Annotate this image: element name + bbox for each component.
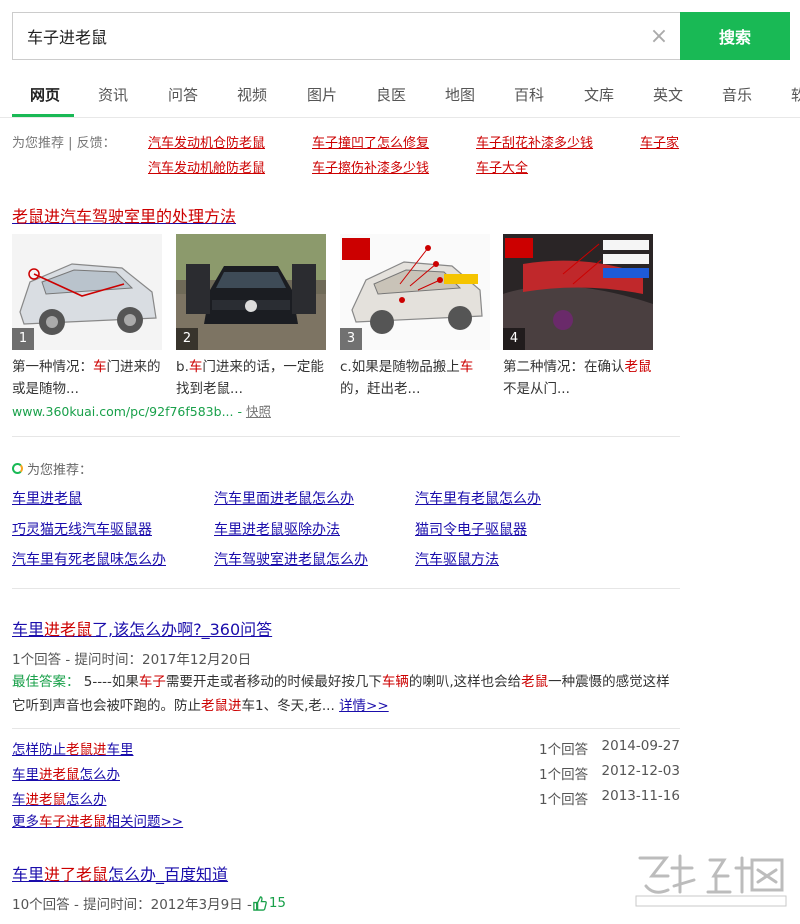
- recommend-link[interactable]: 汽车发动机仓防老鼠: [148, 132, 265, 151]
- search-input[interactable]: [13, 13, 638, 59]
- image-caption[interactable]: 第二种情况：在确认老鼠不是从门...: [503, 356, 653, 400]
- tab-qa[interactable]: 问答: [168, 84, 198, 105]
- best-answer: 最佳答案： 5----如果车子需要开走或者移动的时候最好按几下车辆的喇叭,这样也…: [12, 670, 680, 718]
- related-link[interactable]: 汽车驱鼠方法: [415, 549, 499, 569]
- active-tab-indicator: [12, 114, 74, 117]
- recommend-link[interactable]: 汽车发动机舱防老鼠: [148, 157, 265, 176]
- divider: [12, 436, 680, 437]
- result-image[interactable]: 2: [176, 234, 326, 350]
- category-tabs: 网页 资讯 问答 视频 图片 良医 地图 百科 文库 英文 音乐 软: [0, 74, 800, 118]
- recommend-link[interactable]: 车子撞凹了怎么修复: [312, 132, 429, 151]
- clear-icon[interactable]: ×: [638, 13, 680, 59]
- tab-doctor[interactable]: 良医: [376, 84, 406, 105]
- related-heading: 为您推荐：: [12, 459, 92, 478]
- more-questions-link[interactable]: 更多车子进老鼠相关问题>>: [12, 810, 183, 830]
- related-link[interactable]: 汽车里面进老鼠怎么办: [214, 488, 354, 508]
- answer-segment: 5----如果: [83, 674, 139, 690]
- tab-software[interactable]: 软: [791, 84, 800, 105]
- answer-segment: 老鼠进: [201, 698, 242, 714]
- answer-count: 1个回答: [539, 767, 589, 783]
- related-link[interactable]: 车里进老鼠: [12, 488, 82, 508]
- question-link[interactable]: 车进老鼠怎么办: [12, 788, 107, 808]
- recommend-label: 为您推荐 | 反馈：: [12, 136, 116, 151]
- image-number: 4: [503, 328, 525, 350]
- image-card: 2 b.车门进来的话，一定能找到老鼠...: [176, 234, 326, 400]
- image-card: 1 第一种情况：车门进来的或是随物...: [12, 234, 162, 400]
- url-separator: -: [233, 404, 246, 419]
- tab-web[interactable]: 网页: [30, 84, 60, 105]
- search-button[interactable]: 搜索: [680, 12, 790, 60]
- image-caption[interactable]: c.如果是随物品搬上车的，赶出老...: [340, 356, 490, 400]
- question-link[interactable]: 怎样防止老鼠进车里: [12, 738, 134, 758]
- tab-english[interactable]: 英文: [653, 84, 683, 105]
- image-caption[interactable]: 第一种情况：车门进来的或是随物...: [12, 356, 162, 400]
- answer-segment: 的喇叭,这样也会给: [408, 674, 522, 690]
- tab-library[interactable]: 文库: [584, 84, 614, 105]
- result-image[interactable]: 3: [340, 234, 490, 350]
- answer-segment: 车1、冬天,老...: [241, 698, 335, 714]
- details-link[interactable]: 详情>>: [339, 698, 389, 714]
- image-number: 2: [176, 328, 198, 350]
- recommend-link[interactable]: 车子刮花补漆多少钱: [476, 132, 593, 151]
- answer-count: 1个回答: [539, 742, 589, 758]
- result-title-highlight: 老鼠进汽车驾驶室里的处理方法: [12, 207, 237, 226]
- image-caption[interactable]: b.车门进来的话，一定能找到老鼠...: [176, 356, 326, 400]
- result-title[interactable]: 车里进了老鼠怎么办_百度知道: [12, 861, 228, 885]
- question-date: 2012-12-03: [601, 763, 680, 779]
- recommend-link[interactable]: 车子擦伤补漆多少钱: [312, 157, 429, 176]
- result-image[interactable]: 1: [12, 234, 162, 350]
- question-date: 2014-09-27: [601, 738, 680, 754]
- recommend-link[interactable]: 车子大全: [476, 157, 528, 176]
- related-link[interactable]: 汽车驾驶室进老鼠怎么办: [214, 549, 368, 569]
- result-image[interactable]: 4: [503, 234, 653, 350]
- tab-news[interactable]: 资讯: [98, 84, 128, 105]
- snapshot-link[interactable]: 快照: [246, 404, 271, 419]
- tab-music[interactable]: 音乐: [722, 84, 752, 105]
- answer-segment: 车辆: [381, 674, 409, 690]
- result-title[interactable]: 老鼠进汽车驾驶室里的处理方法: [12, 203, 236, 227]
- like-count: 15: [268, 895, 287, 911]
- image-number: 1: [12, 328, 34, 350]
- result-url-line: www.360kuai.com/pc/92f76f583b... - 快照: [12, 401, 271, 420]
- result-meta: 10个回答 - 提问时间：2012年3月9日 - 15: [12, 895, 287, 913]
- question-row: 车进老鼠怎么办 1个回答 2013-11-16: [12, 788, 680, 810]
- image-card: 3 c.如果是随物品搬上车的，赶出老...: [340, 234, 490, 400]
- result-meta: 1个回答 - 提问时间：2017年12月20日: [12, 652, 252, 668]
- tab-map[interactable]: 地图: [445, 84, 475, 105]
- result-url: www.360kuai.com/pc/92f76f583b...: [12, 404, 234, 419]
- watermark-logo: [635, 854, 787, 907]
- answer-count: 1个回答: [539, 792, 589, 808]
- divider: [12, 588, 680, 589]
- related-link[interactable]: 巧灵猫无线汽车驱鼠器: [12, 519, 152, 539]
- related-heading-text: 为您推荐：: [27, 463, 93, 478]
- tab-baike[interactable]: 百科: [514, 84, 544, 105]
- image-card: 4 第二种情况：在确认老鼠不是从门...: [503, 234, 653, 400]
- related-link[interactable]: 车里进老鼠驱除办法: [214, 519, 340, 539]
- answer-segment: 车子: [138, 674, 166, 690]
- answer-segment: 老鼠: [521, 674, 549, 690]
- related-link[interactable]: 汽车里有死老鼠味怎么办: [12, 549, 166, 569]
- image-number: 3: [340, 328, 362, 350]
- thumbs-up-icon: [253, 895, 267, 911]
- search-bar: × 搜索: [12, 12, 790, 60]
- recommend-link[interactable]: 车子家: [640, 132, 679, 151]
- question-date: 2013-11-16: [601, 788, 680, 804]
- related-link[interactable]: 汽车里有老鼠怎么办: [415, 488, 541, 508]
- question-link[interactable]: 车里进老鼠怎么办: [12, 763, 120, 783]
- related-link[interactable]: 猫司令电子驱鼠器: [415, 519, 527, 539]
- question-row: 怎样防止老鼠进车里 1个回答 2014-09-27: [12, 738, 680, 760]
- answer-segment: 需要开走或者移动的时候最好按几下: [165, 674, 382, 690]
- best-answer-label: 最佳答案：: [12, 674, 80, 690]
- tab-images[interactable]: 图片: [307, 84, 337, 105]
- tab-video[interactable]: 视频: [237, 84, 267, 105]
- divider: [12, 728, 680, 729]
- result-title[interactable]: 车里进老鼠了,该怎么办啊?_360问答: [12, 616, 272, 640]
- loading-ring-icon: [12, 463, 23, 474]
- question-row: 车里进老鼠怎么办 1个回答 2012-12-03: [12, 763, 680, 785]
